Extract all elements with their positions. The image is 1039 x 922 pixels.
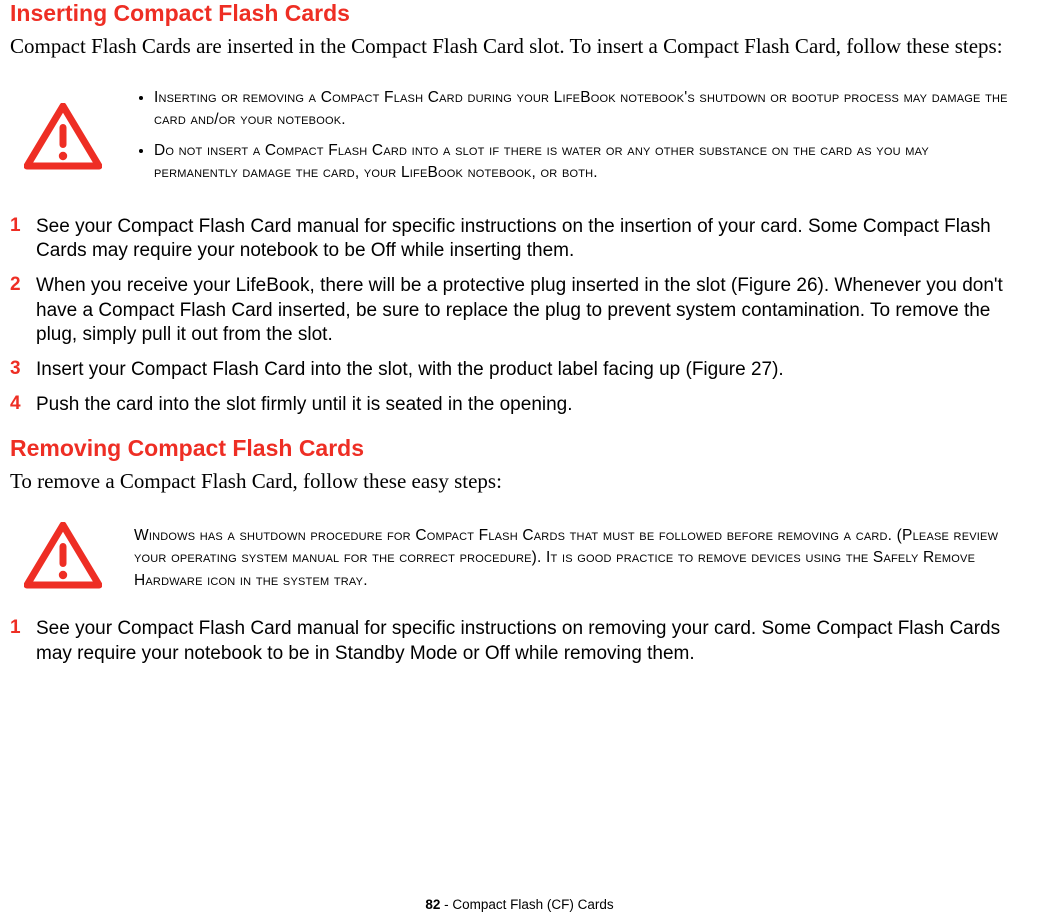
step-row: 1 See your Compact Flash Card manual for…: [10, 617, 1021, 666]
step-text: When you receive your LifeBook, there wi…: [36, 274, 1021, 348]
page-container: Inserting Compact Flash Cards Compact Fl…: [0, 0, 1039, 922]
step-number: 4: [10, 393, 36, 415]
step-text: See your Compact Flash Card manual for s…: [36, 617, 1021, 666]
intro-inserting: Compact Flash Cards are inserted in the …: [10, 33, 1021, 61]
warning-box-removing: Windows has a shutdown procedure for Com…: [24, 522, 1021, 595]
warning-icon: [24, 103, 102, 176]
step-text: Insert your Compact Flash Card into the …: [36, 358, 784, 383]
step-row: 2 When you receive your LifeBook, there …: [10, 274, 1021, 348]
step-row: 1 See your Compact Flash Card manual for…: [10, 215, 1021, 264]
heading-removing: Removing Compact Flash Cards: [10, 435, 1021, 462]
steps-removing: 1 See your Compact Flash Card manual for…: [10, 617, 1021, 666]
intro-removing: To remove a Compact Flash Card, follow t…: [10, 468, 1021, 496]
footer-sep: -: [440, 897, 452, 912]
warning-text-removing: Windows has a shutdown procedure for Com…: [134, 525, 1021, 592]
step-number: 2: [10, 274, 36, 296]
step-number: 3: [10, 358, 36, 380]
warning-item-2: Do not insert a Compact Flash Card into …: [154, 140, 1009, 185]
step-number: 1: [10, 215, 36, 237]
steps-inserting: 1 See your Compact Flash Card manual for…: [10, 215, 1021, 418]
heading-inserting: Inserting Compact Flash Cards: [10, 0, 1021, 27]
warning-icon: [24, 522, 102, 595]
step-number: 1: [10, 617, 36, 639]
step-text: See your Compact Flash Card manual for s…: [36, 215, 1021, 264]
page-footer: 82 - Compact Flash (CF) Cards: [0, 897, 1039, 912]
step-row: 4 Push the card into the slot firmly unt…: [10, 393, 1021, 418]
step-row: 3 Insert your Compact Flash Card into th…: [10, 358, 1021, 383]
warning-item-1: Inserting or removing a Compact Flash Ca…: [154, 87, 1009, 132]
step-text: Push the card into the slot firmly until…: [36, 393, 573, 418]
page-number: 82: [425, 897, 440, 912]
warning-box-inserting: Inserting or removing a Compact Flash Ca…: [24, 87, 1021, 193]
footer-title: Compact Flash (CF) Cards: [452, 897, 613, 912]
warning-text-inserting: Inserting or removing a Compact Flash Ca…: [134, 87, 1021, 193]
